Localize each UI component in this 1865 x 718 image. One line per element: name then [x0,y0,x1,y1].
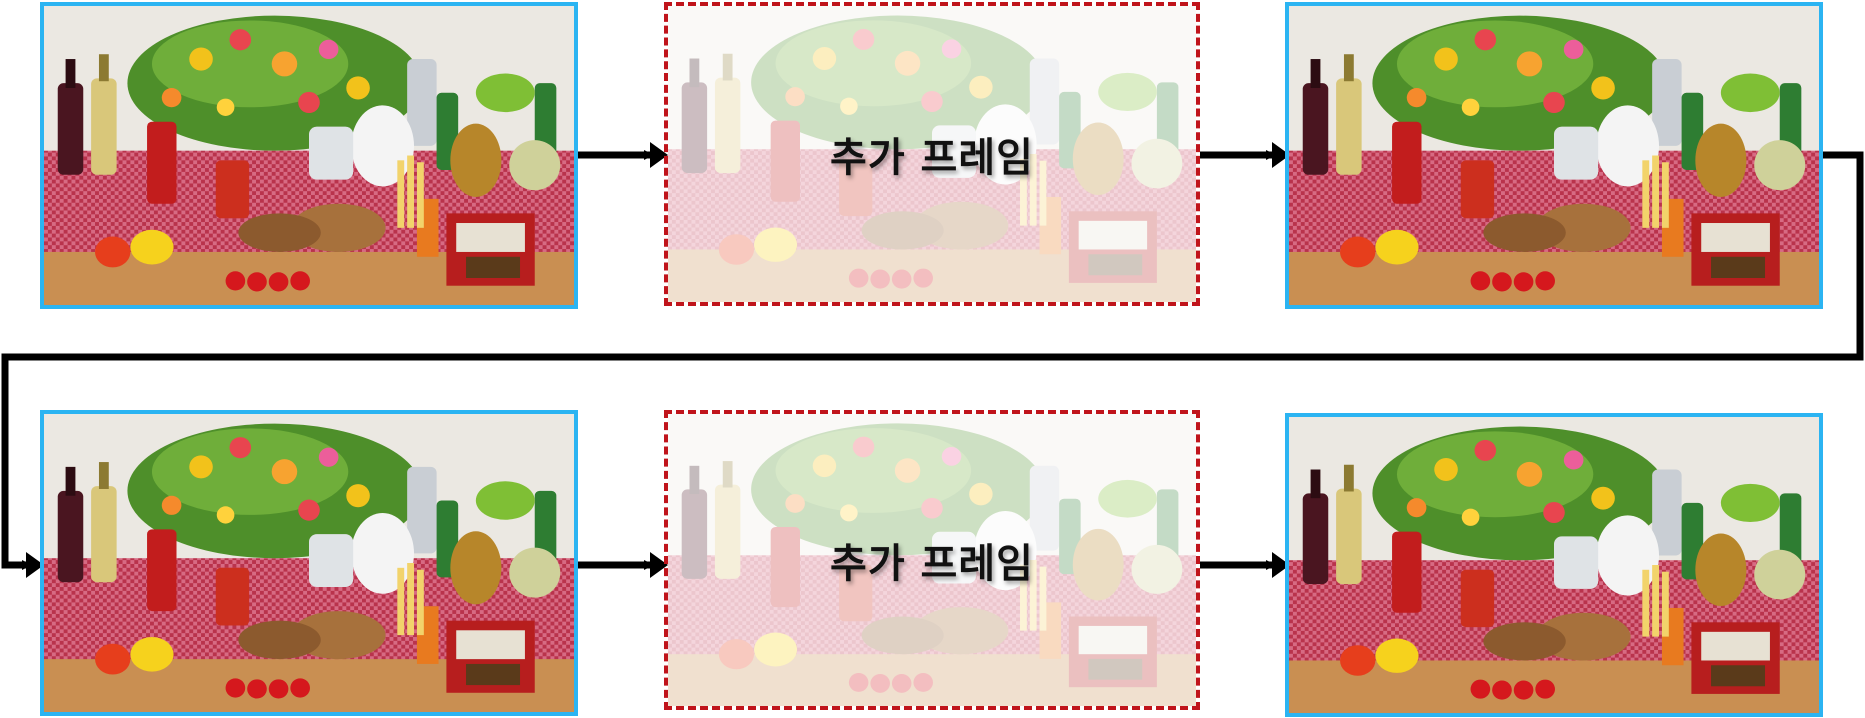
still-life-image [1289,417,1819,713]
still-life-image [1289,6,1819,305]
added-frame-label: 추가 프레임 [830,541,1034,587]
added-frame-2: 추가 프레임 [664,410,1200,710]
original-frame-2 [1285,2,1823,309]
original-frame-4 [1285,413,1823,717]
original-frame-1 [40,2,578,309]
still-life-image [44,6,574,305]
added-frame-1: 추가 프레임 [664,2,1200,306]
original-frame-3 [40,410,578,716]
still-life-image [44,414,574,712]
added-frame-label: 추가 프레임 [830,135,1034,181]
